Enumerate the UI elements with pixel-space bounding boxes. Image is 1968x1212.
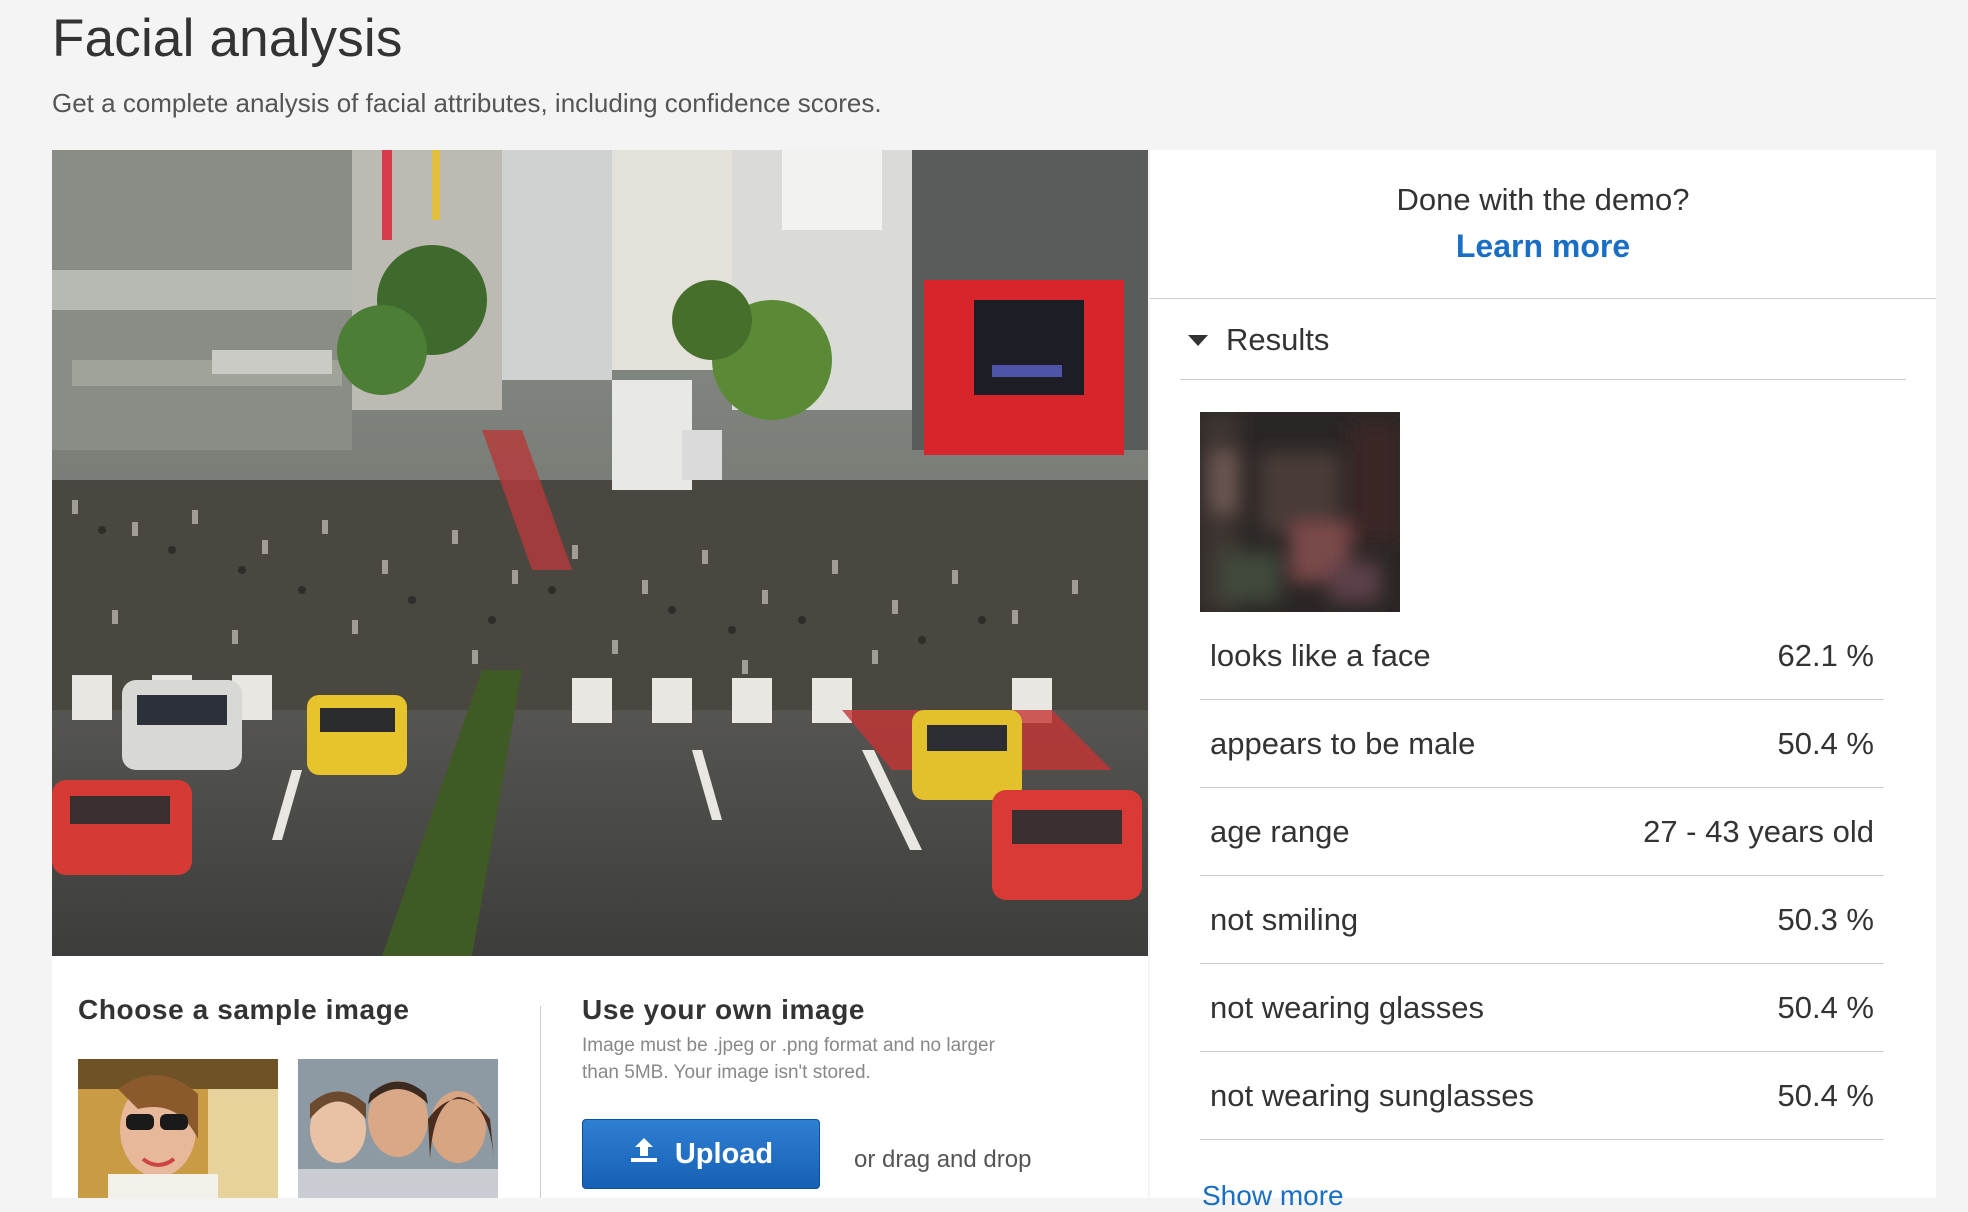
result-label: looks like a face [1210,637,1431,673]
panel-divider [540,1006,541,1198]
sample-image-heading: Choose a sample image [78,994,410,1025]
drag-and-drop-text: or drag and drop [854,1146,1032,1173]
result-row-age: age range 27 - 43 years old [1200,788,1884,876]
upload-button[interactable]: Upload [582,1119,820,1189]
results-toggle[interactable]: Results [1188,322,1329,358]
result-value: 62.1 % [1777,637,1874,673]
triangle-down-icon [1188,334,1208,346]
learn-more-link[interactable]: Learn more [1150,228,1936,265]
result-value: 50.3 % [1777,901,1874,937]
upload-icon [629,1136,659,1172]
result-row-glasses: not wearing glasses 50.4 % [1200,964,1884,1052]
page-title: Facial analysis [52,9,403,68]
analyzed-image [52,150,1148,956]
results-panel: Done with the demo? Learn more Results l… [1150,150,1936,1211]
image-source-panel: Choose a sample image Use your own image [52,956,1148,1198]
result-row-face: looks like a face 62.1 % [1200,612,1884,700]
sample-thumbnail-family[interactable] [298,1059,498,1198]
result-row-sunglasses: not wearing sunglasses 50.4 % [1200,1052,1884,1140]
result-row-male: appears to be male 50.4 % [1200,700,1884,788]
own-image-heading: Use your own image [582,994,866,1025]
result-label: appears to be male [1210,725,1476,761]
result-label: not wearing glasses [1210,989,1484,1025]
result-value: 27 - 43 years old [1643,813,1874,849]
result-row-smiling: not smiling 50.3 % [1200,876,1884,964]
result-label: age range [1210,813,1350,849]
result-value: 50.4 % [1777,989,1874,1025]
page-subtitle: Get a complete analysis of facial attrib… [52,88,882,118]
show-more-link[interactable]: Show more [1202,1180,1344,1212]
panel-divider-top [1150,298,1936,299]
results-divider [1180,379,1906,380]
demo-question: Done with the demo? [1396,182,1690,217]
results-heading: Results [1226,322,1330,357]
upload-requirements-note: Image must be .jpeg or .png format and n… [582,1035,995,1083]
sample-thumbnail-sunglasses[interactable] [78,1059,278,1198]
result-label: not smiling [1210,901,1359,937]
detected-face-crop [1200,412,1400,612]
result-label: not wearing sunglasses [1210,1077,1534,1113]
upload-button-label: Upload [674,1137,774,1170]
result-value: 50.4 % [1777,1077,1874,1113]
result-value: 50.4 % [1777,725,1874,761]
